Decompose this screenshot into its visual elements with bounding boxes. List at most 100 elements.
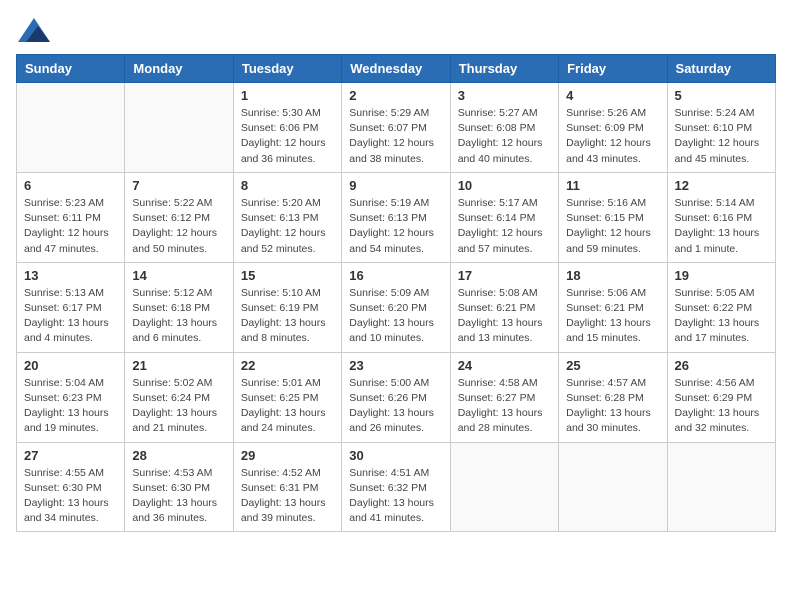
day-number: 21 (132, 358, 225, 373)
weekday-header-sunday: Sunday (17, 55, 125, 83)
day-number: 24 (458, 358, 551, 373)
day-number: 16 (349, 268, 442, 283)
calendar-cell: 24 Sunrise: 4:58 AM Sunset: 6:27 PM Dayli… (450, 352, 558, 442)
day-number: 19 (675, 268, 768, 283)
calendar-cell: 27 Sunrise: 4:55 AM Sunset: 6:30 PM Dayli… (17, 442, 125, 532)
day-number: 8 (241, 178, 334, 193)
calendar-cell: 19 Sunrise: 5:05 AM Sunset: 6:22 PM Dayli… (667, 262, 775, 352)
day-info: Sunrise: 5:06 AM Sunset: 6:21 PM Dayligh… (566, 286, 659, 347)
day-number: 23 (349, 358, 442, 373)
calendar-cell: 14 Sunrise: 5:12 AM Sunset: 6:18 PM Dayli… (125, 262, 233, 352)
weekday-header-row: SundayMondayTuesdayWednesdayThursdayFrid… (17, 55, 776, 83)
calendar-cell: 20 Sunrise: 5:04 AM Sunset: 6:23 PM Dayli… (17, 352, 125, 442)
weekday-header-saturday: Saturday (667, 55, 775, 83)
day-number: 28 (132, 448, 225, 463)
day-info: Sunrise: 5:20 AM Sunset: 6:13 PM Dayligh… (241, 196, 334, 257)
calendar-cell: 21 Sunrise: 5:02 AM Sunset: 6:24 PM Dayli… (125, 352, 233, 442)
calendar-cell: 10Sunrise: 5:17 AM Sunset: 6:14 PM Dayli… (450, 172, 558, 262)
day-number: 5 (675, 88, 768, 103)
day-info: Sunrise: 5:02 AM Sunset: 6:24 PM Dayligh… (132, 376, 225, 437)
calendar-week-row: 6 Sunrise: 5:23 AM Sunset: 6:11 PM Daylig… (17, 172, 776, 262)
calendar-cell: 5Sunrise: 5:24 AM Sunset: 6:10 PM Daylig… (667, 83, 775, 173)
calendar-cell: 7 Sunrise: 5:22 AM Sunset: 6:12 PM Daylig… (125, 172, 233, 262)
day-info: Sunrise: 5:12 AM Sunset: 6:18 PM Dayligh… (132, 286, 225, 347)
calendar: SundayMondayTuesdayWednesdayThursdayFrid… (16, 54, 776, 532)
day-info: Sunrise: 5:09 AM Sunset: 6:20 PM Dayligh… (349, 286, 442, 347)
calendar-cell: 12 Sunrise: 5:14 AM Sunset: 6:16 PM Dayli… (667, 172, 775, 262)
day-info: Sunrise: 4:51 AM Sunset: 6:32 PM Dayligh… (349, 466, 442, 527)
calendar-week-row: 20 Sunrise: 5:04 AM Sunset: 6:23 PM Dayli… (17, 352, 776, 442)
day-info: Sunrise: 5:23 AM Sunset: 6:11 PM Dayligh… (24, 196, 117, 257)
calendar-cell: 25 Sunrise: 4:57 AM Sunset: 6:28 PM Dayli… (559, 352, 667, 442)
weekday-header-tuesday: Tuesday (233, 55, 341, 83)
calendar-cell: 13 Sunrise: 5:13 AM Sunset: 6:17 PM Dayli… (17, 262, 125, 352)
day-info: Sunrise: 5:19 AM Sunset: 6:13 PM Dayligh… (349, 196, 442, 257)
day-info: Sunrise: 4:58 AM Sunset: 6:27 PM Dayligh… (458, 376, 551, 437)
calendar-cell (559, 442, 667, 532)
logo-icon (16, 16, 52, 44)
calendar-cell: 26 Sunrise: 4:56 AM Sunset: 6:29 PM Dayli… (667, 352, 775, 442)
calendar-cell: 11Sunrise: 5:16 AM Sunset: 6:15 PM Dayli… (559, 172, 667, 262)
day-info: Sunrise: 5:14 AM Sunset: 6:16 PM Dayligh… (675, 196, 768, 257)
day-number: 18 (566, 268, 659, 283)
calendar-cell (125, 83, 233, 173)
day-number: 6 (24, 178, 117, 193)
calendar-cell: 23 Sunrise: 5:00 AM Sunset: 6:26 PM Dayli… (342, 352, 450, 442)
day-number: 2 (349, 88, 442, 103)
header (16, 16, 776, 44)
day-info: Sunrise: 4:53 AM Sunset: 6:30 PM Dayligh… (132, 466, 225, 527)
day-number: 17 (458, 268, 551, 283)
day-number: 15 (241, 268, 334, 283)
calendar-cell: 9 Sunrise: 5:19 AM Sunset: 6:13 PM Daylig… (342, 172, 450, 262)
day-number: 12 (675, 178, 768, 193)
day-info: Sunrise: 5:29 AM Sunset: 6:07 PM Dayligh… (349, 106, 442, 167)
day-number: 7 (132, 178, 225, 193)
calendar-cell (450, 442, 558, 532)
calendar-cell (667, 442, 775, 532)
day-info: Sunrise: 4:56 AM Sunset: 6:29 PM Dayligh… (675, 376, 768, 437)
calendar-cell: 4Sunrise: 5:26 AM Sunset: 6:09 PM Daylig… (559, 83, 667, 173)
weekday-header-thursday: Thursday (450, 55, 558, 83)
calendar-cell: 30Sunrise: 4:51 AM Sunset: 6:32 PM Dayli… (342, 442, 450, 532)
calendar-cell: 3Sunrise: 5:27 AM Sunset: 6:08 PM Daylig… (450, 83, 558, 173)
day-info: Sunrise: 5:13 AM Sunset: 6:17 PM Dayligh… (24, 286, 117, 347)
calendar-cell: 18 Sunrise: 5:06 AM Sunset: 6:21 PM Dayli… (559, 262, 667, 352)
weekday-header-wednesday: Wednesday (342, 55, 450, 83)
day-number: 1 (241, 88, 334, 103)
day-number: 4 (566, 88, 659, 103)
day-number: 14 (132, 268, 225, 283)
day-number: 9 (349, 178, 442, 193)
day-info: Sunrise: 5:04 AM Sunset: 6:23 PM Dayligh… (24, 376, 117, 437)
logo (16, 16, 58, 44)
calendar-cell: 1Sunrise: 5:30 AM Sunset: 6:06 PM Daylig… (233, 83, 341, 173)
day-info: Sunrise: 5:01 AM Sunset: 6:25 PM Dayligh… (241, 376, 334, 437)
calendar-week-row: 1Sunrise: 5:30 AM Sunset: 6:06 PM Daylig… (17, 83, 776, 173)
day-info: Sunrise: 5:22 AM Sunset: 6:12 PM Dayligh… (132, 196, 225, 257)
calendar-cell: 8 Sunrise: 5:20 AM Sunset: 6:13 PM Daylig… (233, 172, 341, 262)
day-number: 29 (241, 448, 334, 463)
day-number: 26 (675, 358, 768, 373)
day-number: 10 (458, 178, 551, 193)
day-info: Sunrise: 4:55 AM Sunset: 6:30 PM Dayligh… (24, 466, 117, 527)
day-info: Sunrise: 4:52 AM Sunset: 6:31 PM Dayligh… (241, 466, 334, 527)
day-info: Sunrise: 5:10 AM Sunset: 6:19 PM Dayligh… (241, 286, 334, 347)
day-number: 27 (24, 448, 117, 463)
day-number: 13 (24, 268, 117, 283)
calendar-cell: 2 Sunrise: 5:29 AM Sunset: 6:07 PM Daylig… (342, 83, 450, 173)
calendar-cell: 28 Sunrise: 4:53 AM Sunset: 6:30 PM Dayli… (125, 442, 233, 532)
calendar-week-row: 27 Sunrise: 4:55 AM Sunset: 6:30 PM Dayli… (17, 442, 776, 532)
calendar-cell: 29 Sunrise: 4:52 AM Sunset: 6:31 PM Dayli… (233, 442, 341, 532)
calendar-cell: 16 Sunrise: 5:09 AM Sunset: 6:20 PM Dayli… (342, 262, 450, 352)
day-number: 20 (24, 358, 117, 373)
day-info: Sunrise: 5:05 AM Sunset: 6:22 PM Dayligh… (675, 286, 768, 347)
day-number: 25 (566, 358, 659, 373)
calendar-week-row: 13 Sunrise: 5:13 AM Sunset: 6:17 PM Dayli… (17, 262, 776, 352)
calendar-cell: 6 Sunrise: 5:23 AM Sunset: 6:11 PM Daylig… (17, 172, 125, 262)
calendar-cell (17, 83, 125, 173)
day-info: Sunrise: 4:57 AM Sunset: 6:28 PM Dayligh… (566, 376, 659, 437)
day-info: Sunrise: 5:00 AM Sunset: 6:26 PM Dayligh… (349, 376, 442, 437)
day-number: 22 (241, 358, 334, 373)
day-number: 3 (458, 88, 551, 103)
weekday-header-friday: Friday (559, 55, 667, 83)
day-info: Sunrise: 5:08 AM Sunset: 6:21 PM Dayligh… (458, 286, 551, 347)
